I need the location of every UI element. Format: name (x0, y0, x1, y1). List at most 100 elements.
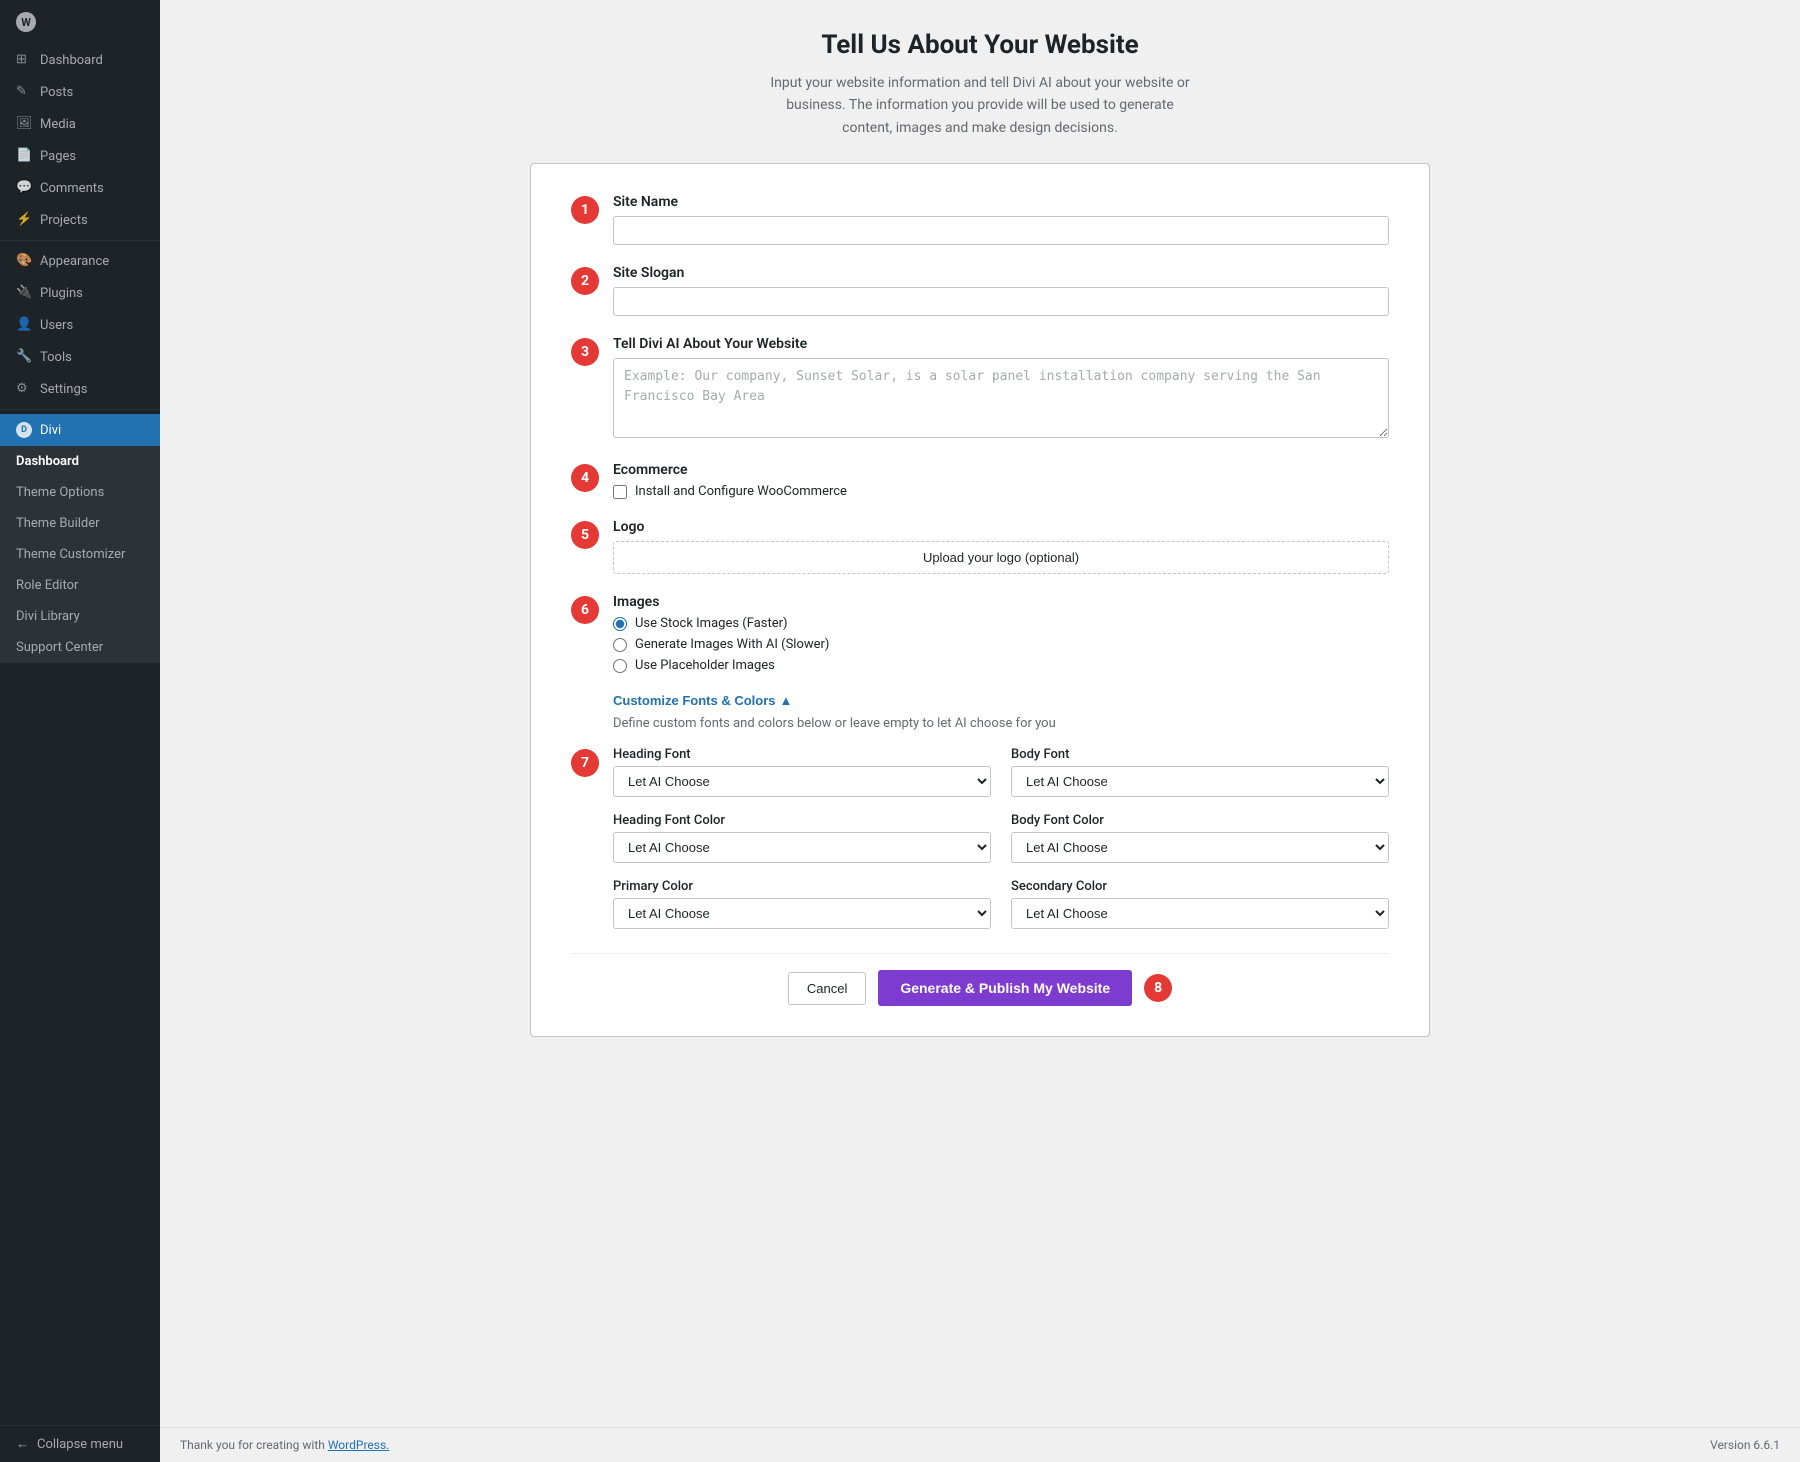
sidebar-item-appearance[interactable]: 🎨 Appearance (0, 245, 160, 277)
woocommerce-row: Install and Configure WooCommerce (613, 484, 1389, 499)
sidebar-item-media[interactable]: 🖼 Media (0, 108, 160, 140)
page-title: Tell Us About Your Website (200, 30, 1760, 60)
plugins-icon: 🔌 (16, 285, 32, 301)
users-icon: 👤 (16, 317, 32, 333)
primary-color-group: Primary Color Let AI Choose (613, 879, 991, 929)
step-1-section: 1 Site Name (571, 194, 1389, 245)
woocommerce-label: Install and Configure WooCommerce (635, 484, 847, 499)
heading-font-group: Heading Font Let AI Choose (613, 747, 991, 797)
sidebar-item-settings[interactable]: ⚙ Settings (0, 373, 160, 405)
step-4-section: 4 Ecommerce Install and Configure WooCom… (571, 462, 1389, 499)
primary-color-select[interactable]: Let AI Choose (613, 898, 991, 929)
logo-label: Logo (613, 519, 1389, 535)
sidebar-item-dashboard[interactable]: ⊞ Dashboard (0, 44, 160, 76)
sidebar-item-support-center[interactable]: Support Center (0, 632, 160, 663)
heading-font-select[interactable]: Let AI Choose (613, 766, 991, 797)
divi-icon: D (16, 422, 32, 438)
step-5-body: Logo Upload your logo (optional) (613, 519, 1389, 574)
images-placeholder-row: Use Placeholder Images (613, 658, 1389, 673)
sidebar-item-users[interactable]: 👤 Users (0, 309, 160, 341)
customize-fonts-area: Customize Fonts & Colors ▲ Define custom… (613, 693, 1389, 731)
body-font-group: Body Font Let AI Choose (1011, 747, 1389, 797)
pages-icon: 📄 (16, 148, 32, 164)
sidebar-logo[interactable]: W (0, 0, 160, 44)
secondary-color-label: Secondary Color (1011, 879, 1389, 894)
sidebar-item-posts[interactable]: ✎ Posts (0, 76, 160, 108)
sidebar: W ⊞ Dashboard ✎ Posts 🖼 Media 📄 Pages 💬 … (0, 0, 160, 1462)
sidebar-item-tools[interactable]: 🔧 Tools (0, 341, 160, 373)
wp-logo-icon: W (16, 12, 36, 32)
heading-font-color-label: Heading Font Color (613, 813, 991, 828)
sidebar-item-theme-options[interactable]: Theme Options (0, 477, 160, 508)
images-placeholder-radio[interactable] (613, 659, 627, 673)
step-7-section: 7 Heading Font Let AI Choose Body Font (571, 747, 1389, 929)
step-6-badge: 6 (571, 596, 599, 624)
media-icon: 🖼 (16, 116, 32, 132)
step-5-badge: 5 (571, 521, 599, 549)
footer-bar: Thank you for creating with WordPress. V… (160, 1427, 1800, 1462)
footer-wordpress-link[interactable]: WordPress. (328, 1438, 389, 1452)
step-8-badge: 8 (1144, 974, 1172, 1002)
images-label: Images (613, 594, 1389, 610)
body-font-color-label: Body Font Color (1011, 813, 1389, 828)
posts-icon: ✎ (16, 84, 32, 100)
heading-font-color-group: Heading Font Color Let AI Choose (613, 813, 991, 863)
images-ai-row: Generate Images With AI (Slower) (613, 637, 1389, 652)
woocommerce-checkbox[interactable] (613, 485, 627, 499)
step-2-body: Site Slogan (613, 265, 1389, 316)
images-stock-label: Use Stock Images (Faster) (635, 616, 788, 631)
sidebar-item-divi-library[interactable]: Divi Library (0, 601, 160, 632)
body-font-select[interactable]: Let AI Choose (1011, 766, 1389, 797)
collapse-icon: ← (16, 1436, 29, 1452)
logo-upload-button[interactable]: Upload your logo (optional) (613, 541, 1389, 574)
sidebar-divider-1 (0, 240, 160, 241)
step-3-section: 3 Tell Divi AI About Your Website (571, 336, 1389, 442)
cancel-button[interactable]: Cancel (788, 972, 866, 1005)
step-4-badge: 4 (571, 464, 599, 492)
form-card: 1 Site Name 2 Site Slogan 3 Tell Divi AI (530, 163, 1430, 1037)
customize-fonts-toggle[interactable]: Customize Fonts & Colors ▲ (613, 693, 792, 708)
images-radio-group: Use Stock Images (Faster) Generate Image… (613, 616, 1389, 673)
fonts-colors-section: Customize Fonts & Colors ▲ Define custom… (571, 693, 1389, 929)
page-subtitle: Input your website information and tell … (770, 72, 1190, 139)
site-slogan-input[interactable] (613, 287, 1389, 316)
tools-icon: 🔧 (16, 349, 32, 365)
heading-font-label: Heading Font (613, 747, 991, 762)
ecommerce-label: Ecommerce (613, 462, 1389, 478)
appearance-icon: 🎨 (16, 253, 32, 269)
fonts-grid: Heading Font Let AI Choose Body Font Let… (613, 747, 1389, 929)
about-textarea[interactable] (613, 358, 1389, 438)
sidebar-divi-section: D Divi (0, 414, 160, 446)
heading-font-color-select[interactable]: Let AI Choose (613, 832, 991, 863)
primary-color-label: Primary Color (613, 879, 991, 894)
generate-button[interactable]: Generate & Publish My Website (878, 970, 1132, 1006)
footer-version: Version 6.6.1 (1710, 1438, 1780, 1452)
projects-icon: ⚡ (16, 212, 32, 228)
sidebar-item-theme-builder[interactable]: Theme Builder (0, 508, 160, 539)
sidebar-item-comments[interactable]: 💬 Comments (0, 172, 160, 204)
step-2-badge: 2 (571, 267, 599, 295)
body-font-label: Body Font (1011, 747, 1389, 762)
sidebar-item-role-editor[interactable]: Role Editor (0, 570, 160, 601)
step-6-section: 6 Images Use Stock Images (Faster) Gener… (571, 594, 1389, 673)
sidebar-item-pages[interactable]: 📄 Pages (0, 140, 160, 172)
images-ai-radio[interactable] (613, 638, 627, 652)
sidebar-divi-submenu: Dashboard Theme Options Theme Builder Th… (0, 446, 160, 663)
secondary-color-select[interactable]: Let AI Choose (1011, 898, 1389, 929)
step-1-body: Site Name (613, 194, 1389, 245)
sidebar-item-divi[interactable]: D Divi (0, 414, 160, 446)
body-font-color-select[interactable]: Let AI Choose (1011, 832, 1389, 863)
site-name-input[interactable] (613, 216, 1389, 245)
sidebar-item-divi-dashboard[interactable]: Dashboard (0, 446, 160, 477)
settings-icon: ⚙ (16, 381, 32, 397)
images-stock-radio[interactable] (613, 617, 627, 631)
step-7-body: Heading Font Let AI Choose Body Font Let… (613, 747, 1389, 929)
step-1-badge: 1 (571, 196, 599, 224)
sidebar-item-plugins[interactable]: 🔌 Plugins (0, 277, 160, 309)
sidebar-item-theme-customizer[interactable]: Theme Customizer (0, 539, 160, 570)
comments-icon: 💬 (16, 180, 32, 196)
collapse-menu-button[interactable]: ← Collapse menu (0, 1425, 160, 1462)
sidebar-item-projects[interactable]: ⚡ Projects (0, 204, 160, 236)
step-6-body: Images Use Stock Images (Faster) Generat… (613, 594, 1389, 673)
step-2-section: 2 Site Slogan (571, 265, 1389, 316)
